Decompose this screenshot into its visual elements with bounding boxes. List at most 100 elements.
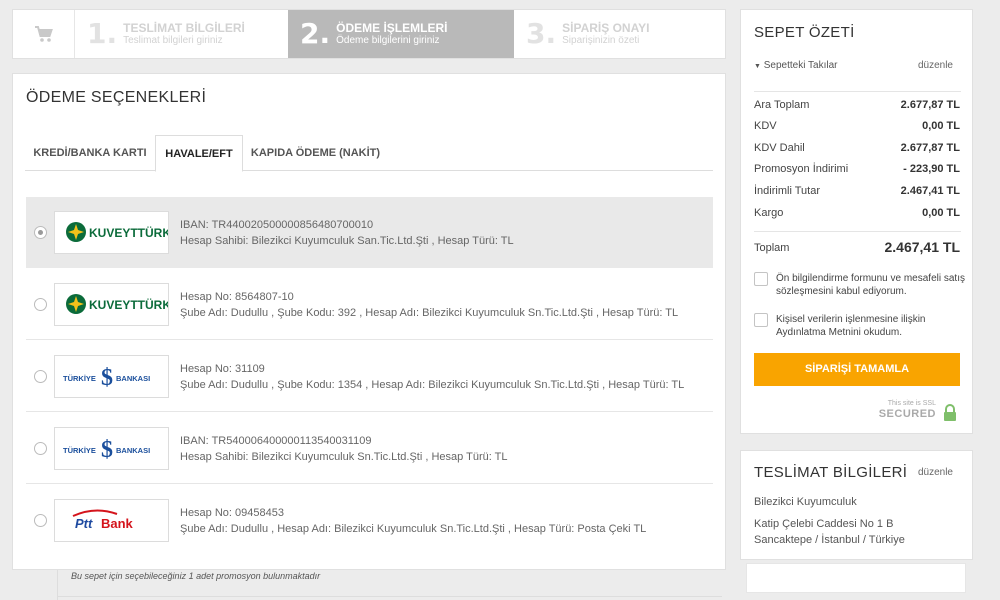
svg-text:TÜRKİYE: TÜRKİYE [63, 374, 96, 383]
bank-details: Şube Adı: Dudullu , Hesap Adı: Bilezikci… [180, 523, 647, 535]
step-subtitle: Ödeme bilgilerini giriniz [336, 34, 440, 46]
svg-text:TÜRKİYE: TÜRKİYE [63, 446, 96, 455]
summary-value: 2.677,87 TL [900, 142, 960, 154]
delivery-title: TESLİMAT BİLGİLERİ [754, 464, 908, 481]
summary-row: Kargo 0,00 TL [754, 207, 960, 223]
ssl-badge: This site is SSL SECURED [868, 400, 958, 422]
edit-cart-link[interactable]: düzenle [918, 60, 953, 71]
svg-text:KUVEYTTÜRK: KUVEYTTÜRK [89, 297, 168, 312]
cart-items-toggle-label: Sepetteki Takılar [763, 60, 838, 71]
bank-details: Şube Adı: Dudullu , Şube Kodu: 1354 , He… [180, 379, 685, 391]
step-number: 3. [526, 17, 557, 50]
complete-order-button[interactable]: SİPARİŞİ TAMAMLA [754, 353, 960, 386]
privacy-checkbox[interactable] [754, 313, 768, 327]
agreement-label: Ön bilgilendirme formunu ve mesafeli sat… [776, 273, 965, 297]
bank-radio[interactable] [34, 514, 47, 527]
svg-text:BANKASI: BANKASI [116, 446, 150, 455]
step-title: SİPARİŞ ONAYI [562, 20, 650, 35]
svg-text:$: $ [101, 437, 113, 463]
summary-value: - 223,90 TL [903, 163, 960, 175]
divider [57, 596, 722, 597]
payment-tabs: KREDİ/BANKA KARTI HAVALE/EFT KAPIDA ÖDEM… [25, 135, 713, 172]
summary-label: Promosyon İndirimi [754, 163, 849, 175]
cart-items-toggle[interactable]: ▼ Sepetteki Takılar [754, 60, 837, 71]
promo-text: Bu sepet için seçebileceğiniz 1 adet pro… [71, 571, 321, 581]
bank-account-no: Hesap No: 09458453 [180, 507, 284, 519]
bank-details: Hesap Sahibi: Bilezikci Kuyumculuk San.T… [180, 235, 514, 247]
tab-credit-card[interactable]: KREDİ/BANKA KARTI [25, 135, 155, 171]
bank-iban: IBAN: TR540006400000113540031109 [180, 435, 372, 447]
divider [754, 231, 961, 232]
step-number: 1. [87, 17, 118, 50]
kuveytturk-logo: KUVEYTTÜRK [54, 211, 171, 254]
bank-option[interactable]: KUVEYTTÜRK IBAN: TR440020500000856480700… [26, 197, 713, 268]
bank-option[interactable]: TÜRKİYE $ BANKASI IBAN: TR54000640000011… [26, 413, 713, 484]
payment-options-panel: ÖDEME SEÇENEKLERİ KREDİ/BANKA KARTI HAVA… [12, 73, 726, 570]
summary-label: KDV [754, 120, 777, 132]
pttbank-logo: Ptt Bank [54, 499, 169, 542]
summary-value: 0,00 TL [922, 207, 960, 219]
tab-bank-transfer[interactable]: HAVALE/EFT [155, 135, 243, 172]
summary-label: İndirimli Tutar [754, 185, 821, 197]
delivery-address-line2: Sancaktepe / İstanbul / Türkiye [754, 534, 905, 546]
bank-iban: IBAN: TR440020500000856480700010 [180, 219, 374, 231]
summary-title: SEPET ÖZETİ [754, 24, 855, 41]
svg-text:Ptt: Ptt [75, 516, 93, 531]
step-subtitle: Siparişinizin özeti [562, 34, 640, 46]
lock-icon [944, 404, 956, 421]
bank-radio[interactable] [34, 298, 47, 311]
delivery-info-panel: TESLİMAT BİLGİLERİ düzenle Bilezikci Kuy… [740, 450, 973, 560]
summary-row: Ara Toplam 2.677,87 TL [754, 99, 960, 115]
summary-label: Ara Toplam [754, 99, 810, 111]
kuveytturk-logo: KUVEYTTÜRK [54, 283, 171, 326]
bank-option[interactable]: TÜRKİYE $ BANKASI Hesap No: 31109 Şube A… [26, 341, 713, 412]
summary-row: KDV Dahil 2.677,87 TL [754, 142, 960, 158]
summary-row: İndirimli Tutar 2.467,41 TL [754, 185, 960, 201]
edit-delivery-link[interactable]: düzenle [918, 467, 953, 478]
summary-row: KDV 0,00 TL [754, 120, 960, 136]
svg-text:$: $ [101, 365, 113, 391]
bank-account-no: Hesap No: 31109 [180, 363, 265, 375]
bank-radio[interactable] [34, 442, 47, 455]
step-confirmation[interactable]: 3. SİPARİŞ ONAYI Siparişinizin özeti [514, 10, 725, 58]
cart-step[interactable] [13, 10, 75, 58]
bank-details: Hesap Sahibi: Bilezikci Kuyumculuk Sn.Ti… [180, 451, 508, 463]
step-number: 2. [300, 17, 331, 50]
delivery-address-line1: Katip Çelebi Caddesi No 1 B [754, 518, 894, 530]
bank-radio[interactable] [34, 226, 47, 239]
summary-label: KDV Dahil [754, 142, 805, 154]
bank-details: Şube Adı: Dudullu , Şube Kodu: 392 , Hes… [180, 307, 679, 319]
step-payment[interactable]: 2. ÖDEME İŞLEMLERİ Ödeme bilgilerini gir… [288, 10, 514, 58]
promo-note: Bu sepet için seçebileceğiniz 1 adet pro… [57, 571, 722, 583]
summary-row: Promosyon İndirimi - 223,90 TL [754, 163, 960, 179]
total-label: Toplam [754, 242, 790, 254]
agreement-checkbox[interactable] [754, 272, 768, 286]
svg-text:Bank: Bank [101, 516, 134, 531]
bank-radio[interactable] [34, 370, 47, 383]
cart-summary-panel: SEPET ÖZETİ ▼ Sepetteki Takılar düzenle … [740, 9, 973, 434]
step-title: TESLİMAT BİLGİLERİ [123, 20, 245, 35]
divider [754, 91, 961, 92]
privacy-label: Kişisel verilerin işlenmesine ilişkin Ay… [776, 314, 926, 338]
step-title: ÖDEME İŞLEMLERİ [336, 20, 448, 35]
total-value: 2.467,41 TL [884, 239, 961, 255]
isbank-logo: TÜRKİYE $ BANKASI [54, 355, 169, 398]
isbank-logo: TÜRKİYE $ BANKASI [54, 427, 169, 470]
cart-icon [34, 26, 53, 42]
summary-value: 2.677,87 TL [900, 99, 960, 111]
summary-value: 0,00 TL [922, 120, 960, 132]
checkout-stepper: 1. TESLİMAT BİLGİLERİ Teslimat bilgileri… [12, 9, 726, 59]
ssl-text: SECURED [878, 408, 936, 420]
background-summary-ghost [746, 563, 966, 593]
summary-label: Kargo [754, 207, 784, 219]
step-delivery[interactable]: 1. TESLİMAT BİLGİLERİ Teslimat bilgileri… [75, 10, 288, 58]
bank-option[interactable]: KUVEYTTÜRK Hesap No: 8564807-10 Şube Adı… [26, 269, 713, 340]
bank-option[interactable]: Ptt Bank Hesap No: 09458453 Şube Adı: Du… [26, 485, 713, 556]
bank-account-no: Hesap No: 8564807-10 [180, 291, 294, 303]
page-title: ÖDEME SEÇENEKLERİ [26, 89, 207, 106]
delivery-name: Bilezikci Kuyumculuk [754, 496, 857, 508]
svg-text:BANKASI: BANKASI [116, 374, 150, 383]
summary-value: 2.467,41 TL [900, 185, 960, 197]
ssl-caption: This site is SSL [887, 400, 936, 407]
tab-cash-on-delivery[interactable]: KAPIDA ÖDEME (NAKİT) [243, 135, 388, 171]
